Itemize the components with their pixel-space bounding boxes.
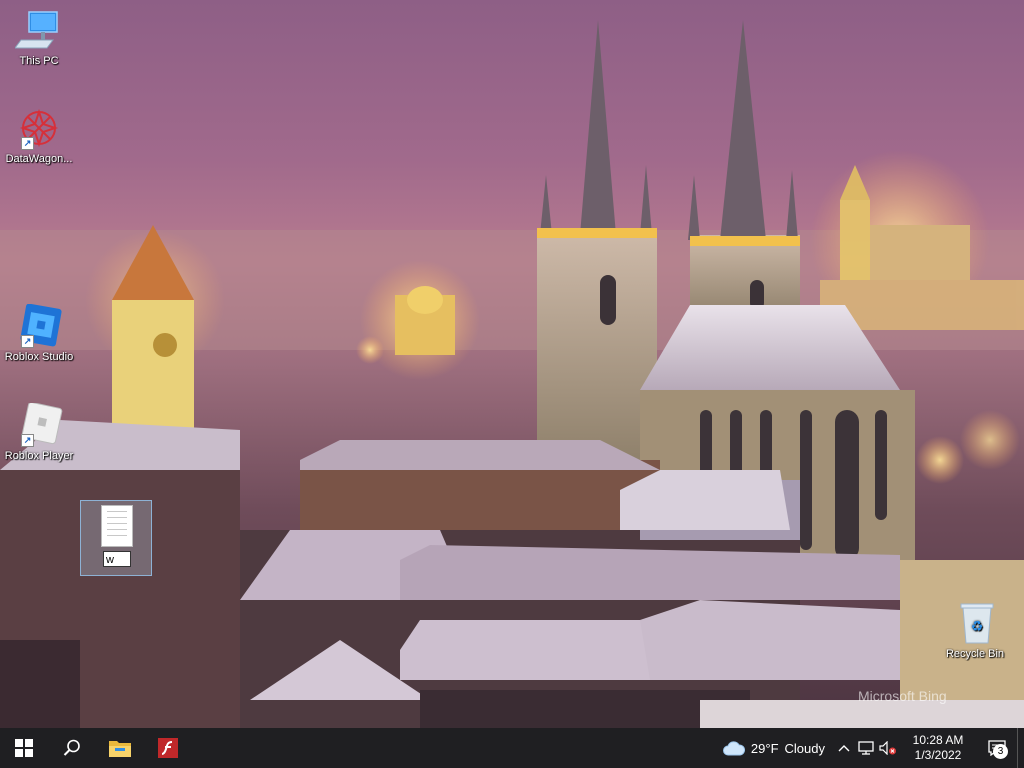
desktop-icon-datawagon[interactable]: ↗ DataWagon...: [0, 106, 78, 166]
clock[interactable]: 10:28 AM 1/3/2022: [899, 733, 977, 763]
chevron-up-icon: [838, 745, 850, 752]
desktop-icon-roblox-studio[interactable]: ↗ Roblox Studio: [0, 303, 78, 364]
desktop-icon-this-pc[interactable]: This PC: [0, 8, 78, 68]
notification-count-badge: 3: [993, 744, 1008, 759]
flash-icon: [158, 738, 178, 758]
volume-muted-icon: [879, 741, 896, 755]
svg-text:♻: ♻: [971, 619, 984, 635]
desktop-icon-recycle-bin[interactable]: ♻ Recycle Bin: [936, 601, 1014, 661]
desktop-icon-label: Roblox Player: [4, 450, 74, 462]
file-explorer-icon: [109, 741, 131, 757]
taskbar: 29°F Cloudy 10:28 AM 1/3/2022 3: [0, 728, 1024, 768]
roblox-studio-icon: ↗: [15, 303, 63, 348]
bing-watermark: Microsoft Bing: [858, 688, 947, 704]
search-button[interactable]: [48, 728, 96, 768]
recycle-bin-icon: ♻: [951, 601, 999, 645]
windows-start-icon: [15, 739, 33, 757]
taskbar-flash[interactable]: [144, 728, 192, 768]
search-icon: [63, 739, 80, 756]
shortcut-arrow-icon: ↗: [21, 335, 34, 348]
clock-date: 1/3/2022: [914, 748, 962, 762]
weather-temperature: 29°F: [750, 740, 779, 756]
volume-button[interactable]: [877, 728, 899, 768]
start-button[interactable]: [0, 728, 48, 768]
cloud-icon: [722, 741, 745, 756]
network-button[interactable]: [855, 728, 877, 768]
roblox-player-icon: ↗: [15, 401, 63, 447]
datawagon-icon: ↗: [15, 106, 63, 150]
shortcut-arrow-icon: ↗: [21, 137, 34, 150]
desktop-icon-roblox-player[interactable]: ↗ Roblox Player: [0, 401, 78, 463]
text-document-icon: [101, 505, 133, 547]
new-file-being-renamed[interactable]: w: [80, 500, 152, 576]
clock-time: 10:28 AM: [912, 733, 964, 747]
weather-condition: Cloudy: [784, 740, 825, 756]
taskbar-file-explorer[interactable]: [96, 728, 144, 768]
desktop-icon-label: DataWagon...: [5, 153, 73, 165]
rename-input[interactable]: w: [103, 551, 131, 567]
desktop-wallpaper: [0, 0, 1024, 728]
show-hidden-icons-button[interactable]: [833, 728, 855, 768]
prague-skyline-image: [0, 20, 1024, 728]
network-icon: [858, 741, 874, 755]
shortcut-arrow-icon: ↗: [21, 434, 34, 447]
this-pc-icon: [14, 8, 63, 52]
action-center-button[interactable]: 3: [977, 728, 1017, 768]
desktop-icon-label: Roblox Studio: [4, 351, 74, 363]
desktop-icon-label: This PC: [19, 55, 59, 67]
show-desktop-button[interactable]: [1017, 728, 1024, 768]
desktop-icon-label: Recycle Bin: [945, 648, 1005, 660]
system-tray: 29°F Cloudy 10:28 AM 1/3/2022 3: [715, 728, 1024, 768]
weather-widget[interactable]: 29°F Cloudy: [715, 740, 833, 756]
